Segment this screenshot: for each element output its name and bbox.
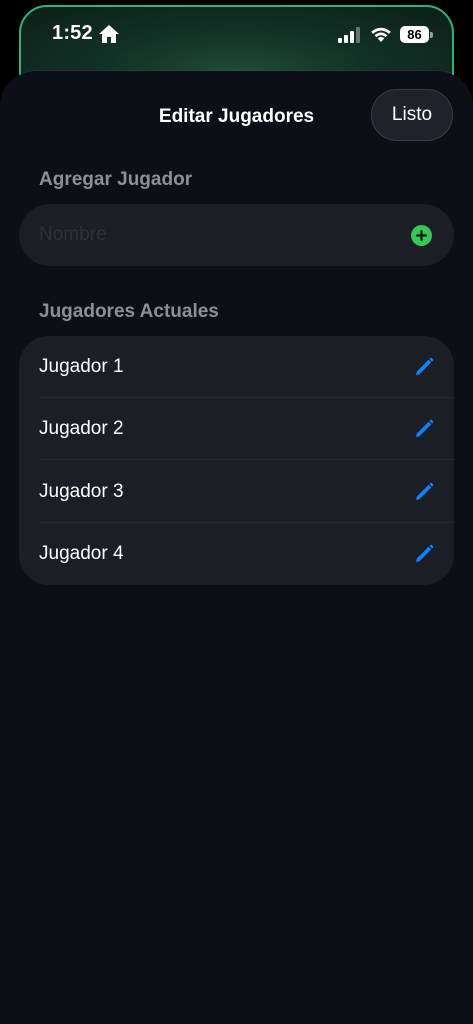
player-row[interactable]: Jugador 2 bbox=[19, 398, 454, 460]
pencil-icon[interactable] bbox=[414, 482, 434, 502]
battery-icon: 86 bbox=[400, 26, 429, 43]
player-row[interactable]: Jugador 3 bbox=[19, 461, 454, 523]
pencil-icon[interactable] bbox=[414, 544, 434, 564]
status-time: 1:52 bbox=[52, 22, 93, 44]
done-button[interactable]: Listo bbox=[371, 89, 453, 141]
row-divider bbox=[39, 459, 454, 460]
player-name: Jugador 4 bbox=[39, 543, 124, 564]
screen: 1:52 86 Editar Jugadores Listo Agregar J… bbox=[0, 0, 473, 1024]
status-bar: 1:52 86 bbox=[0, 0, 473, 70]
cellular-signal-icon bbox=[338, 27, 360, 43]
home-icon bbox=[99, 25, 119, 43]
add-player-field bbox=[19, 204, 454, 266]
plus-circle-icon[interactable] bbox=[411, 225, 432, 246]
pencil-icon[interactable] bbox=[414, 419, 434, 439]
wifi-icon bbox=[371, 27, 391, 42]
battery-tip bbox=[430, 32, 433, 38]
player-name: Jugador 1 bbox=[39, 356, 124, 377]
battery-level: 86 bbox=[407, 27, 422, 42]
current-players-list: Jugador 1 Jugador 2 Jugador 3 Jugador 4 bbox=[19, 336, 454, 585]
edit-players-sheet: Editar Jugadores Listo Agregar Jugador J… bbox=[0, 71, 473, 1024]
player-row[interactable]: Jugador 4 bbox=[19, 523, 454, 585]
player-name: Jugador 2 bbox=[39, 418, 124, 439]
current-players-header: Jugadores Actuales bbox=[39, 301, 219, 322]
player-row[interactable]: Jugador 1 bbox=[19, 336, 454, 398]
pencil-icon[interactable] bbox=[414, 357, 434, 377]
player-name: Jugador 3 bbox=[39, 481, 124, 502]
add-player-header: Agregar Jugador bbox=[39, 169, 193, 190]
player-name-input[interactable] bbox=[39, 204, 399, 266]
